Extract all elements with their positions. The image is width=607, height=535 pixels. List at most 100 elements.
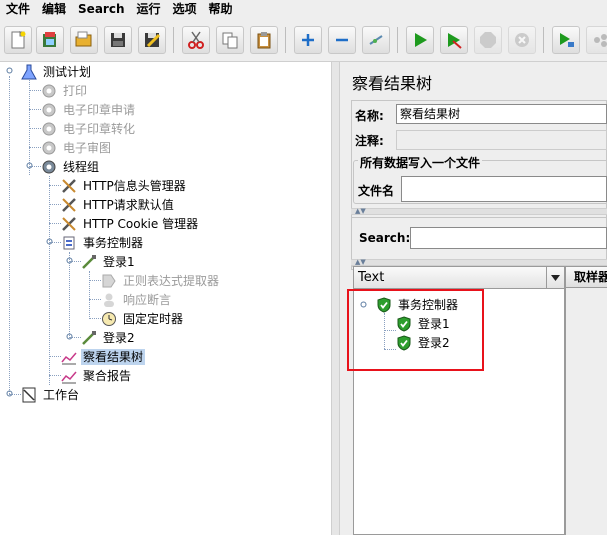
name-field[interactable]: 察看结果树 <box>396 104 607 124</box>
paste-icon <box>257 32 271 49</box>
graph-icon <box>60 348 78 366</box>
toggle-icon <box>369 35 383 45</box>
tree-node-seal-apply[interactable]: 电子印章申请 <box>40 100 137 119</box>
cut-button[interactable] <box>182 26 210 54</box>
menu-search[interactable]: Search <box>72 0 130 19</box>
gear-icon <box>40 82 58 100</box>
search-label: Search: <box>359 231 411 245</box>
tab-sampler-result[interactable]: 取样器 <box>565 266 607 288</box>
extractor-icon <box>100 272 118 290</box>
tree-node-cookie-manager[interactable]: HTTP Cookie 管理器 <box>60 214 200 233</box>
menu-edit[interactable]: 编辑 <box>36 0 72 19</box>
flask-icon <box>20 63 38 81</box>
split-pane-divider[interactable] <box>331 62 340 535</box>
start-no-pause-button[interactable] <box>440 26 468 54</box>
filename-input[interactable] <box>401 176 607 202</box>
search-input[interactable] <box>410 227 607 249</box>
chevron-down-icon[interactable] <box>546 267 564 288</box>
menu-run[interactable]: 运行 <box>130 0 166 19</box>
expander-icon[interactable] <box>45 237 54 246</box>
expand-icon <box>302 34 314 46</box>
tree-node-assertion[interactable]: 响应断言 <box>100 290 173 309</box>
filename-label: 文件名 <box>358 184 395 198</box>
expander-icon[interactable] <box>65 256 74 265</box>
shutdown-button[interactable] <box>508 26 536 54</box>
wrench-icon <box>60 196 78 214</box>
start-icon <box>415 33 427 47</box>
save-button[interactable] <box>104 26 132 54</box>
file-group-title: 所有数据写入一个文件 <box>358 154 483 171</box>
tree-node-print[interactable]: 打印 <box>40 81 89 100</box>
tree-node-workbench[interactable]: 工作台 <box>20 385 81 404</box>
copy-icon <box>222 32 238 49</box>
remote-start-all-button[interactable] <box>586 26 607 54</box>
name-label: 名称: <box>355 109 384 123</box>
pipette-icon <box>80 253 98 271</box>
gear-icon <box>40 120 58 138</box>
templates-button[interactable] <box>36 26 64 54</box>
templates-icon <box>43 32 56 47</box>
menu-file[interactable]: 文件 <box>0 0 36 19</box>
graph-icon <box>60 367 78 385</box>
collapse-button[interactable] <box>328 26 356 54</box>
tree-node-test-plan[interactable]: 测试计划 <box>20 62 93 81</box>
panel-title: 察看结果树 <box>352 74 433 93</box>
save-as-icon <box>145 33 161 48</box>
tree-node-regex[interactable]: 正则表达式提取器 <box>100 271 221 290</box>
tree-node-seal-review[interactable]: 电子审图 <box>40 138 113 157</box>
open-button[interactable] <box>70 26 98 54</box>
open-icon <box>75 31 92 47</box>
start-button[interactable] <box>406 26 434 54</box>
gear-icon <box>40 139 58 157</box>
collapse-arrows-icon[interactable]: ▲▼ <box>355 208 366 215</box>
new-button[interactable] <box>4 26 32 54</box>
pipette-icon <box>80 329 98 347</box>
tree-node-http-header[interactable]: HTTP信息头管理器 <box>60 176 188 195</box>
tree-node-thread-group[interactable]: 线程组 <box>40 157 101 176</box>
comment-field[interactable] <box>396 130 607 150</box>
tree-node-login2[interactable]: 登录2 <box>80 328 137 347</box>
tree-node-view-results[interactable]: 察看结果树 <box>60 347 146 366</box>
remote-start-button[interactable] <box>552 26 580 54</box>
remote-start-icon <box>560 33 574 47</box>
collapse-icon <box>336 38 348 42</box>
tree-node-login1[interactable]: 登录1 <box>80 252 137 271</box>
test-plan-tree[interactable]: 测试计划 打印 电子印章申请 电子印章转化 电子审图 线程组 HTTP信息头管理… <box>0 62 331 535</box>
tree-node-seal-convert[interactable]: 电子印章转化 <box>40 119 137 138</box>
shutdown-icon <box>515 33 529 47</box>
tree-node-transaction[interactable]: 事务控制器 <box>60 233 145 252</box>
person-icon <box>100 291 118 309</box>
menu-help[interactable]: 帮助 <box>203 0 239 19</box>
tree-node-http-defaults[interactable]: HTTP请求默认值 <box>60 195 176 214</box>
save-icon <box>111 33 125 47</box>
expander-icon[interactable] <box>5 66 14 75</box>
gear-icon <box>40 158 58 176</box>
top-splitter[interactable] <box>351 208 607 215</box>
copy-button[interactable] <box>216 26 244 54</box>
save-as-button[interactable] <box>138 26 166 54</box>
tree-node-timer[interactable]: 固定定时器 <box>100 309 185 328</box>
paste-button[interactable] <box>250 26 278 54</box>
bottom-splitter[interactable] <box>351 259 607 266</box>
gear-icon <box>40 101 58 119</box>
menu-options[interactable]: 选项 <box>167 0 203 19</box>
renderer-select[interactable]: Text <box>354 267 564 289</box>
workbench-icon <box>20 386 38 404</box>
toggle-button[interactable] <box>362 26 390 54</box>
expander-icon[interactable] <box>5 389 14 398</box>
highlight-annotation <box>347 289 484 371</box>
comment-label: 注释: <box>355 134 384 148</box>
tree-node-aggregate[interactable]: 聚合报告 <box>60 366 133 385</box>
clock-icon <box>100 310 118 328</box>
expander-icon[interactable] <box>65 332 74 341</box>
stop-icon <box>480 32 496 48</box>
new-icon <box>11 31 26 49</box>
remote-start-all-icon <box>594 34 607 47</box>
tab-content <box>565 288 607 535</box>
expand-button[interactable] <box>294 26 322 54</box>
toolbar <box>0 19 607 62</box>
expander-icon[interactable] <box>25 161 34 170</box>
stop-button[interactable] <box>474 26 502 54</box>
collapse-arrows-icon[interactable]: ▲▼ <box>355 259 366 266</box>
start-no-pause-icon <box>448 33 462 49</box>
